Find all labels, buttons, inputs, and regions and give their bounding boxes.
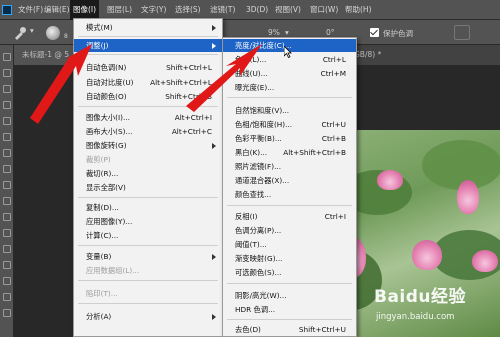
- menu-bar: 文件(F) 编辑(E) 图像(I) 图层(L) 文字(Y) 选择(S) 滤镜(T…: [0, 0, 500, 20]
- menu-item-hue-saturation[interactable]: 色相/饱和度(H)... Ctrl+U: [223, 118, 356, 131]
- quick-select-tool-icon[interactable]: [3, 101, 11, 109]
- mouse-cursor-icon: [284, 46, 292, 58]
- watermark-brand: Baidu经验: [374, 287, 467, 307]
- menu-item-trap: 陷印(T)...: [86, 288, 118, 298]
- menu-item-auto-color[interactable]: 自动颜色(O) Shift+Ctrl+B: [74, 90, 222, 103]
- menu-item-mode[interactable]: 模式(M): [74, 21, 222, 34]
- menu-help[interactable]: 帮助(H): [345, 0, 372, 20]
- menu-item-shadows-highlights[interactable]: 阴影/高光(W)...: [223, 289, 356, 302]
- menu-item-calculations[interactable]: 计算(C)...: [74, 229, 222, 242]
- healing-tool-icon[interactable]: [3, 149, 11, 157]
- protect-tones-checkbox[interactable]: [370, 28, 379, 37]
- menu-item-channel-mixer[interactable]: 通道混合器(X)...: [223, 174, 356, 187]
- menu-type[interactable]: 文字(Y): [141, 0, 166, 20]
- menu-item-photo-filter[interactable]: 照片滤镜(F)...: [223, 160, 356, 173]
- menu-item-curves[interactable]: 曲线(U)... Ctrl+M: [223, 67, 356, 80]
- menu-3d[interactable]: 3D(D): [246, 0, 268, 20]
- submenu-arrow-icon: [212, 314, 216, 320]
- lasso-tool-icon[interactable]: [3, 85, 11, 93]
- submenu-arrow-icon: [212, 143, 216, 149]
- menu-item-image-rotation[interactable]: 图像旋转(G): [74, 139, 222, 152]
- menu-image[interactable]: 图像(I): [70, 0, 100, 20]
- menu-item-reveal-all[interactable]: 显示全部(V): [74, 181, 222, 194]
- menu-item-invert[interactable]: 反相(I) Ctrl+I: [223, 210, 356, 223]
- ps-logo-icon: [2, 5, 12, 15]
- document-tab-suffix: GB/8) *: [354, 50, 382, 59]
- submenu-arrow-icon: [212, 254, 216, 260]
- menu-select[interactable]: 选择(S): [175, 0, 201, 20]
- brush-tool-side-icon[interactable]: [3, 165, 11, 173]
- path-select-tool-icon[interactable]: [3, 309, 11, 317]
- menu-item-image-size[interactable]: 图像大小(I)... Alt+Ctrl+I: [74, 111, 222, 124]
- menu-item-duplicate[interactable]: 复制(D)...: [74, 201, 222, 214]
- menu-item-gradient-map[interactable]: 渐变映射(G)...: [223, 252, 356, 265]
- menu-item-desaturate[interactable]: 去色(D) Shift+Ctrl+U: [223, 323, 356, 336]
- menu-filter[interactable]: 滤镜(T): [210, 0, 235, 20]
- adjust-submenu: 亮度/对比度(C)... 色阶(L)... Ctrl+L 曲线(U)... Ctrl…: [222, 37, 357, 337]
- menu-item-crop: 裁剪(P): [86, 154, 111, 164]
- menu-file[interactable]: 文件(F): [18, 0, 43, 20]
- type-tool-icon[interactable]: [3, 293, 11, 301]
- menu-item-apply-data-set: 应用数据组(L)...: [86, 265, 140, 275]
- baidu-watermark: Baidu经验 jingyan.baidu.com: [352, 282, 498, 334]
- dodge-tool-icon[interactable]: [3, 261, 11, 269]
- menu-item-canvas-size[interactable]: 画布大小(S)... Alt+Ctrl+C: [74, 125, 222, 138]
- eyedropper-tool-icon[interactable]: [3, 133, 11, 141]
- menu-item-analysis[interactable]: 分析(A): [74, 310, 222, 323]
- menu-item-vibrance[interactable]: 自然饱和度(V)...: [223, 104, 356, 117]
- move-tool-icon[interactable]: [3, 53, 11, 61]
- menu-item-auto-tone[interactable]: 自动色调(N) Shift+Ctrl+L: [74, 61, 222, 74]
- menu-item-color-balance[interactable]: 色彩平衡(B)... Ctrl+B: [223, 132, 356, 145]
- eraser-tool-icon[interactable]: [3, 213, 11, 221]
- menu-window[interactable]: 窗口(W): [310, 0, 338, 20]
- menu-item-hdr-toning[interactable]: HDR 色调...: [223, 303, 356, 316]
- menu-layer[interactable]: 图层(L): [107, 0, 132, 20]
- menu-view[interactable]: 视图(V): [275, 0, 301, 20]
- menu-item-variables[interactable]: 变量(B): [74, 250, 222, 263]
- menu-item-selective-color[interactable]: 可选颜色(S)...: [223, 266, 356, 279]
- menu-item-auto-contrast[interactable]: 自动对比度(U) Alt+Shift+Ctrl+L: [74, 76, 222, 89]
- brush-size-value: 8: [64, 33, 68, 40]
- document-tab[interactable]: 未标题-1 @ 5: [14, 45, 78, 65]
- watermark-url: jingyan.baidu.com: [376, 312, 455, 322]
- menu-item-trim[interactable]: 裁切(R)...: [74, 167, 222, 180]
- flow-value[interactable]: 9%: [268, 28, 280, 37]
- menu-item-adjust[interactable]: 调整(J): [74, 39, 222, 52]
- menu-item-black-white[interactable]: 黑白(K)... Alt+Shift+Ctrl+B: [223, 146, 356, 159]
- tools-panel: [0, 45, 14, 337]
- gradient-tool-icon[interactable]: [3, 229, 11, 237]
- crop-tool-icon[interactable]: [3, 117, 11, 125]
- blur-tool-icon[interactable]: [3, 245, 11, 253]
- menu-item-posterize[interactable]: 色调分离(P)...: [223, 224, 356, 237]
- menu-item-color-lookup[interactable]: 颜色查找...: [223, 188, 356, 201]
- menu-item-threshold[interactable]: 阈值(T)...: [223, 238, 356, 251]
- submenu-arrow-icon: [212, 43, 216, 49]
- marquee-tool-icon[interactable]: [3, 69, 11, 77]
- stamp-tool-icon[interactable]: [3, 181, 11, 189]
- image-menu-dropdown: 模式(M) 调整(J) 自动色调(N) Shift+Ctrl+L 自动对比度(U)…: [73, 18, 223, 337]
- submenu-arrow-icon: [212, 25, 216, 31]
- angle-value[interactable]: 0°: [326, 28, 335, 37]
- menu-item-apply-image[interactable]: 应用图像(Y)...: [74, 215, 222, 228]
- protect-tones-label: 保护色调: [383, 29, 413, 38]
- brush-preset-swatch[interactable]: [46, 26, 60, 40]
- brush-tool-icon[interactable]: [12, 25, 28, 41]
- menu-edit[interactable]: 编辑(E): [44, 0, 70, 20]
- pen-tool-icon[interactable]: [3, 277, 11, 285]
- history-brush-icon[interactable]: [3, 197, 11, 205]
- pressure-size-icon[interactable]: [454, 25, 470, 40]
- menu-item-exposure[interactable]: 曝光度(E)...: [223, 81, 356, 94]
